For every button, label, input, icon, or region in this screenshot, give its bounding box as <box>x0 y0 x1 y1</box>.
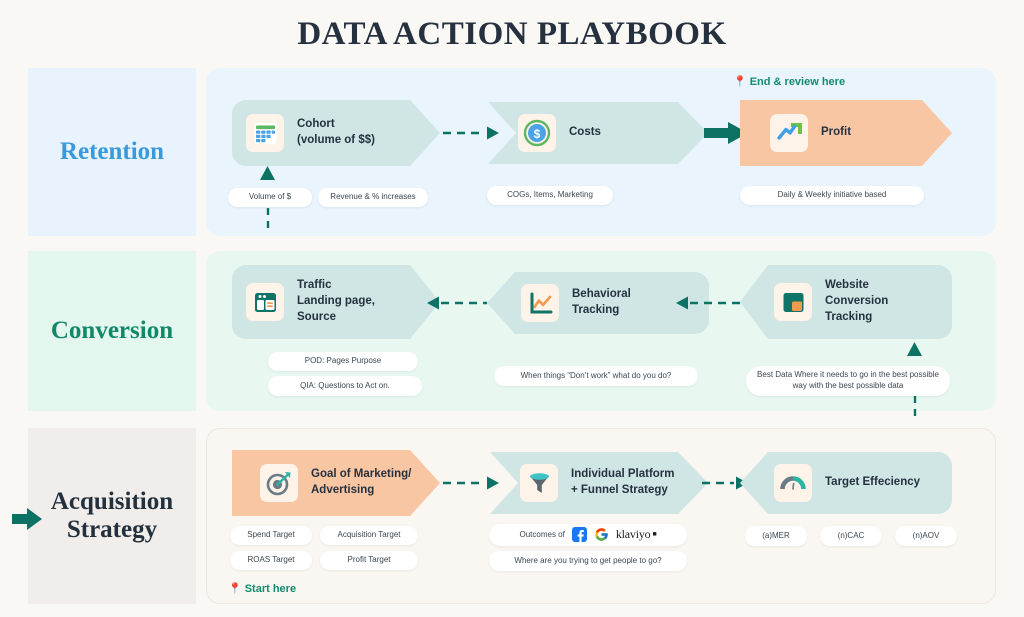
node-cohort[interactable]: Cohort (volume of $$) <box>232 100 440 166</box>
klaviyo-mark-icon: ■ <box>652 530 657 539</box>
row-label-conversion-text: Conversion <box>50 317 174 344</box>
connector-behavioral-to-traffic <box>427 296 487 310</box>
node-behavioral-tracking-label: Behavioral Tracking <box>572 288 631 316</box>
marker-end-review-label: End & review here <box>749 75 846 88</box>
playbook-infographic: DATA ACTION PLAYBOOK Retention 📍 End & r… <box>0 0 1024 617</box>
row-label-retention: Retention <box>28 68 196 236</box>
gauge-icon <box>774 464 812 502</box>
connector-website-to-behavioral <box>676 296 740 310</box>
page-title: DATA ACTION PLAYBOOK <box>297 16 727 52</box>
pill-acquisition-target[interactable]: Acquisition Target <box>320 526 418 545</box>
connector-conversion-to-retention <box>266 208 270 232</box>
node-traffic[interactable]: Traffic Landing page, Source <box>232 265 440 339</box>
pill-revenue-increases[interactable]: Revenue & % increases <box>318 188 428 207</box>
node-target-efficiency-label: Target Effeciency <box>825 476 921 489</box>
pill-outcomes-of-brands[interactable]: Outcomes of klaviyo ■ <box>489 524 687 546</box>
map-pin-icon: 📍 <box>733 76 747 88</box>
browser-window-icon <box>246 283 284 321</box>
pill-n-aov[interactable]: (n)AOV <box>895 526 957 546</box>
node-profit-label: Profit <box>821 126 852 139</box>
svg-text:$: $ <box>534 127 541 141</box>
pill-best-data[interactable]: Best Data Where it needs to go in the be… <box>746 366 950 396</box>
pill-volume-of-dollars[interactable]: Volume of $ <box>228 188 312 207</box>
map-pin-icon: 📍 <box>228 583 242 595</box>
marker-start-here: 📍 Start here <box>228 582 297 596</box>
connector-acquisition-to-conversion <box>913 396 917 418</box>
node-individual-platform-funnel[interactable]: Individual Platform + Funnel Strategy <box>490 452 708 514</box>
layout-blocks-icon <box>774 283 812 321</box>
node-goal-of-marketing-label: Goal of Marketing/ Advertising <box>311 468 412 496</box>
node-profit[interactable]: Profit <box>740 100 952 166</box>
pill-roas-target[interactable]: ROAS Target <box>230 551 312 570</box>
target-dart-icon <box>260 464 298 502</box>
klaviyo-wordmark: klaviyo <box>615 527 651 542</box>
cohort-grid-icon <box>246 114 284 152</box>
node-traffic-label: Traffic Landing page, Source <box>297 279 375 323</box>
arrow-up-website-conversion <box>907 342 922 356</box>
row-label-conversion: Conversion <box>28 251 196 411</box>
pill-profit-target[interactable]: Profit Target <box>320 551 418 570</box>
node-individual-platform-funnel-label: Individual Platform + Funnel Strategy <box>571 468 675 496</box>
pill-cogs-items-marketing[interactable]: COGs, Items, Marketing <box>487 186 613 205</box>
google-icon <box>595 528 608 542</box>
facebook-icon <box>571 527 587 543</box>
profit-trend-icon <box>770 114 808 152</box>
dollar-coin-icon: $ <box>518 114 556 152</box>
node-costs-label: Costs <box>569 126 601 139</box>
line-chart-icon <box>521 284 559 322</box>
arrow-up-cohort <box>260 166 275 180</box>
node-target-efficiency[interactable]: Target Effeciency <box>740 452 952 514</box>
node-website-conversion-tracking-label: Website Conversion Tracking <box>825 279 889 323</box>
funnel-icon <box>520 464 558 502</box>
pill-pod-pages-purpose[interactable]: POD: Pages Purpose <box>268 352 418 371</box>
pill-where-get-people-to-go[interactable]: Where are you trying to get people to go… <box>489 551 687 571</box>
pill-daily-weekly-initiative[interactable]: Daily & Weekly initiative based <box>740 186 924 205</box>
pill-qia-questions[interactable]: QIA: Questions to Act on. <box>268 376 422 396</box>
pill-when-things-dont-work[interactable]: When things “Don’t work” what do you do? <box>494 366 698 386</box>
node-costs[interactable]: $ Costs <box>488 102 708 164</box>
row-label-acquisition: Acquisition Strategy <box>28 428 196 604</box>
pill-spend-target[interactable]: Spend Target <box>230 526 312 545</box>
node-goal-of-marketing[interactable]: Goal of Marketing/ Advertising <box>232 450 440 516</box>
row-label-acquisition-text: Acquisition Strategy <box>50 488 174 543</box>
marker-start-here-label: Start here <box>244 582 297 595</box>
node-website-conversion-tracking[interactable]: Website Conversion Tracking <box>740 265 952 339</box>
outcomes-of-label: Outcomes of <box>519 529 565 539</box>
pill-n-cac[interactable]: (n)CAC <box>820 526 882 546</box>
acquisition-entry-arrow-icon <box>12 508 42 530</box>
pill-a-mer[interactable]: (a)MER <box>745 526 807 546</box>
node-cohort-label: Cohort (volume of $$) <box>297 118 375 146</box>
row-label-retention-text: Retention <box>59 138 165 165</box>
marker-end-review: 📍 End & review here <box>733 75 846 89</box>
